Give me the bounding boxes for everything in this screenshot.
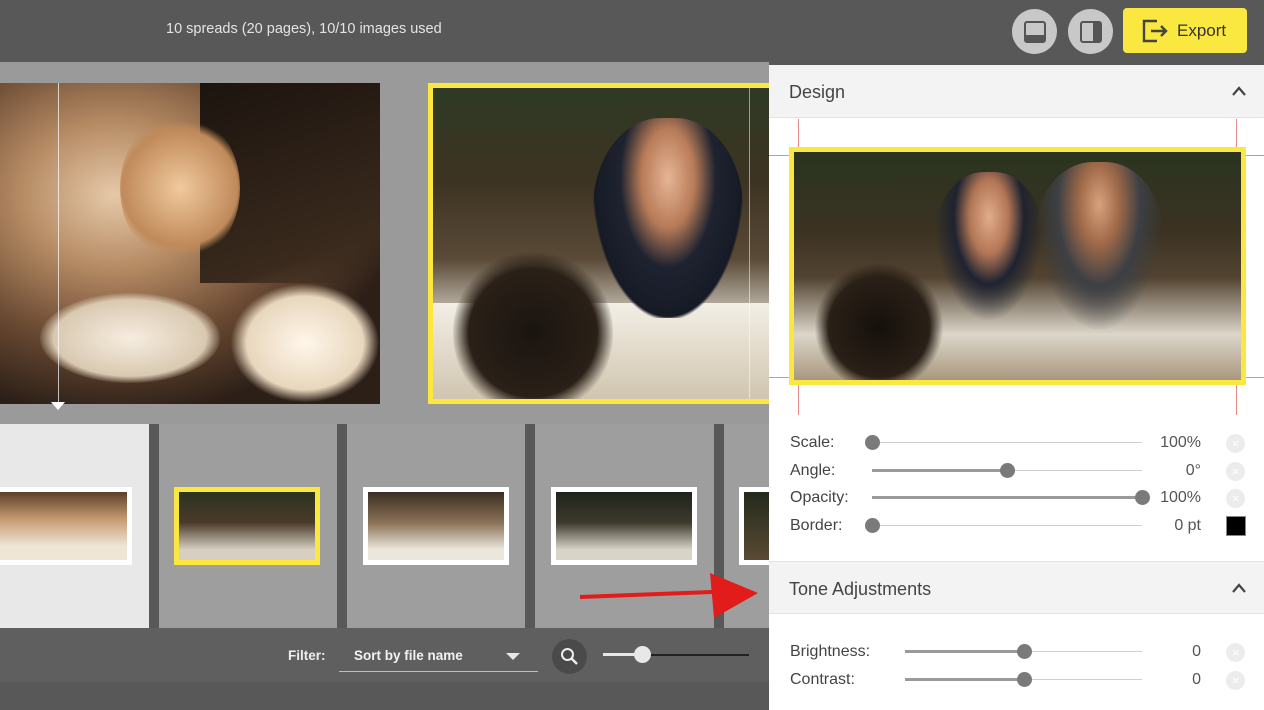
slider-row: Border: 0 pt <box>769 513 1264 539</box>
design-section-header[interactable]: Design <box>769 65 1264 118</box>
border-color-swatch[interactable] <box>1226 515 1246 536</box>
reset-icon[interactable]: × <box>1226 671 1245 690</box>
chevron-down-icon <box>506 653 520 660</box>
layout-right-button[interactable] <box>1068 9 1113 54</box>
slider-thumb[interactable] <box>865 435 880 450</box>
zoom-search-button[interactable] <box>552 639 587 674</box>
slider-fill <box>905 678 1024 681</box>
preview-photo[interactable] <box>789 147 1246 385</box>
slider-fill <box>872 468 1007 472</box>
slider-label: Scale: <box>790 434 835 451</box>
export-button[interactable]: Export <box>1123 8 1247 53</box>
export-icon <box>1142 19 1168 42</box>
tone-section-header[interactable]: Tone Adjustments <box>769 561 1264 614</box>
chevron-up-icon[interactable] <box>1231 85 1247 97</box>
annotation-arrow-icon <box>580 573 758 618</box>
slider-row: Angle: 0° × <box>769 458 1264 484</box>
zoom-slider-thumb[interactable] <box>634 646 652 663</box>
slider-track[interactable] <box>872 524 1142 526</box>
slider-thumb[interactable] <box>1000 462 1015 478</box>
slider-value: 100% <box>1160 434 1201 451</box>
slider-fill <box>872 496 1142 499</box>
filmstrip-cell[interactable] <box>0 424 149 628</box>
spread-thumbnail[interactable] <box>739 487 769 565</box>
slider-thumb[interactable] <box>865 517 880 533</box>
slider-thumb[interactable] <box>1016 644 1032 659</box>
slider-row: Opacity: 100% × <box>769 485 1264 511</box>
reset-icon[interactable]: × <box>1226 489 1245 508</box>
filter-bar: Filter: Sort by file name <box>0 628 769 682</box>
design-section-title: Design <box>789 82 846 102</box>
slider-label: Opacity: <box>790 489 849 506</box>
properties-panel: Design Scale: 100% × Angle: 0° × Opacity: 100% ×… <box>769 65 1264 710</box>
slider-value: 0° <box>1185 461 1201 479</box>
design-preview <box>769 119 1264 415</box>
export-label: Export <box>1177 20 1227 40</box>
tone-section-title: Tone Adjustments <box>789 579 932 599</box>
page-marker-icon <box>51 402 65 410</box>
right-page-photo-selected[interactable] <box>428 83 769 404</box>
slider-value: 100% <box>1160 489 1201 506</box>
guide-line[interactable] <box>58 83 59 404</box>
reset-icon[interactable]: × <box>1226 643 1245 662</box>
slider-row: Scale: 100% × <box>769 430 1264 456</box>
slider-label: Contrast: <box>790 671 855 688</box>
sort-select[interactable]: Sort by file name <box>339 640 538 672</box>
slider-label: Angle: <box>790 461 836 479</box>
spread-thumbnail[interactable] <box>363 487 509 565</box>
slider-value: 0 <box>1192 643 1201 660</box>
search-icon <box>561 648 578 665</box>
sort-select-value: Sort by file name <box>354 648 463 663</box>
spread-canvas <box>0 62 769 424</box>
reset-icon[interactable]: × <box>1226 461 1245 481</box>
slider-label: Brightness: <box>790 643 871 660</box>
left-page-photo[interactable] <box>0 83 380 404</box>
spread-thumbnail[interactable] <box>551 487 697 565</box>
spread-thumbnail-selected[interactable] <box>174 487 320 565</box>
layout-bottom-icon <box>1024 21 1046 43</box>
spread-thumbnail[interactable] <box>0 487 132 565</box>
layout-right-icon <box>1080 21 1102 43</box>
slider-label: Border: <box>790 516 843 534</box>
slider-row: Contrast: 0 × <box>769 667 1264 693</box>
project-info: 10 spreads (20 pages), 10/10 images used <box>166 21 442 37</box>
slider-fill <box>905 650 1024 653</box>
guide-line[interactable] <box>749 88 750 399</box>
reset-icon[interactable]: × <box>1226 434 1245 453</box>
slider-track[interactable] <box>872 442 1142 443</box>
chevron-up-icon[interactable] <box>1231 582 1247 594</box>
slider-value: 0 <box>1192 671 1201 688</box>
layout-bottom-button[interactable] <box>1012 9 1057 54</box>
slider-row: Brightness: 0 × <box>769 639 1264 665</box>
slider-value: 0 pt <box>1174 516 1201 534</box>
top-bar: 10 spreads (20 pages), 10/10 images used… <box>0 0 1264 62</box>
slider-thumb[interactable] <box>1016 672 1032 687</box>
filter-label: Filter: <box>288 648 326 663</box>
